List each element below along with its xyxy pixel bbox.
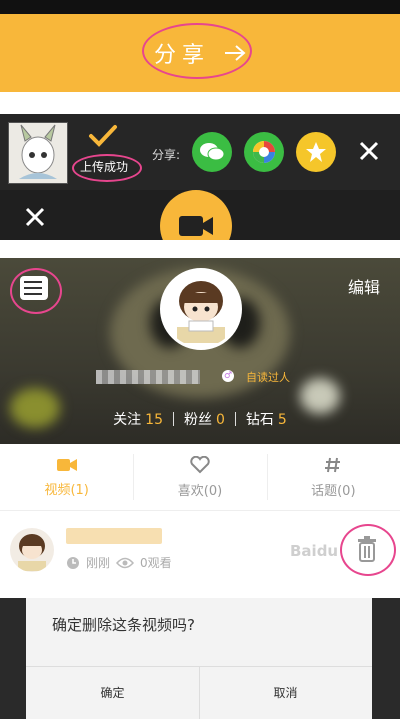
video-views: 0观看 <box>140 556 172 570</box>
gender-icon: ♂ <box>222 370 234 382</box>
divider <box>0 586 400 598</box>
separator <box>234 412 236 426</box>
eye-icon <box>116 557 135 568</box>
profile-header: 编辑 ♂ 自读过人 关注 15 粉丝 0 钻石 5 <box>0 258 400 444</box>
divider <box>0 92 400 114</box>
highlight-oval <box>72 154 142 182</box>
share-to-label: 分享: <box>152 148 181 162</box>
share-bar: 分享 <box>0 14 400 92</box>
heart-icon <box>190 455 210 473</box>
highlight-oval <box>141 23 252 79</box>
separator <box>172 412 174 426</box>
stat-fans[interactable]: 粉丝 0 <box>184 409 225 429</box>
wechat-share-button[interactable] <box>192 132 232 172</box>
stat-diamonds[interactable]: 钻石 5 <box>246 409 287 429</box>
upload-panel: 上传成功 分享: <box>0 114 400 262</box>
wechat-icon <box>200 143 225 161</box>
profile-tabs: 视频(1) 喜欢(0) 话题(0) <box>0 444 400 511</box>
close-icon[interactable] <box>358 140 380 166</box>
video-title-blurred <box>66 528 162 544</box>
video-camera-icon <box>179 216 213 236</box>
video-time: 刚刚 <box>86 556 111 570</box>
qzone-icon <box>306 142 326 162</box>
stat-following[interactable]: 关注 15 <box>113 409 163 429</box>
video-thumbnail <box>8 122 68 184</box>
edit-button[interactable]: 编辑 <box>348 274 380 298</box>
cancel-button[interactable]: 取消 <box>199 666 372 719</box>
divider <box>0 240 400 258</box>
avatar <box>10 528 54 572</box>
clock-icon <box>67 556 79 569</box>
moments-icon <box>253 141 275 163</box>
highlight-oval <box>10 268 62 314</box>
watermark: Baidu <box>290 542 339 560</box>
checkmark-icon <box>88 124 118 152</box>
moments-share-button[interactable] <box>244 132 284 172</box>
qzone-share-button[interactable] <box>296 132 336 172</box>
video-camera-icon <box>56 458 77 471</box>
username-blurred <box>96 370 200 384</box>
close-icon[interactable] <box>24 206 46 232</box>
share-button[interactable]: 分享 <box>141 23 252 79</box>
status-bar <box>0 0 400 14</box>
highlight-oval <box>340 524 396 576</box>
tab-videos[interactable]: 视频(1) <box>0 444 133 510</box>
stats-bar: 关注 15 粉丝 0 钻石 5 <box>0 408 400 430</box>
tab-topics[interactable]: 话题(0) <box>266 444 400 510</box>
tab-likes[interactable]: 喜欢(0) <box>133 444 266 510</box>
avatar[interactable] <box>160 268 242 350</box>
bio-text: 自读过人 <box>246 371 290 384</box>
hashtag-icon <box>325 457 341 472</box>
video-meta: 刚刚 0观看 <box>66 554 172 571</box>
confirm-button[interactable]: 确定 <box>26 666 199 719</box>
dialog-message: 确定删除这条视频吗? <box>52 616 195 634</box>
